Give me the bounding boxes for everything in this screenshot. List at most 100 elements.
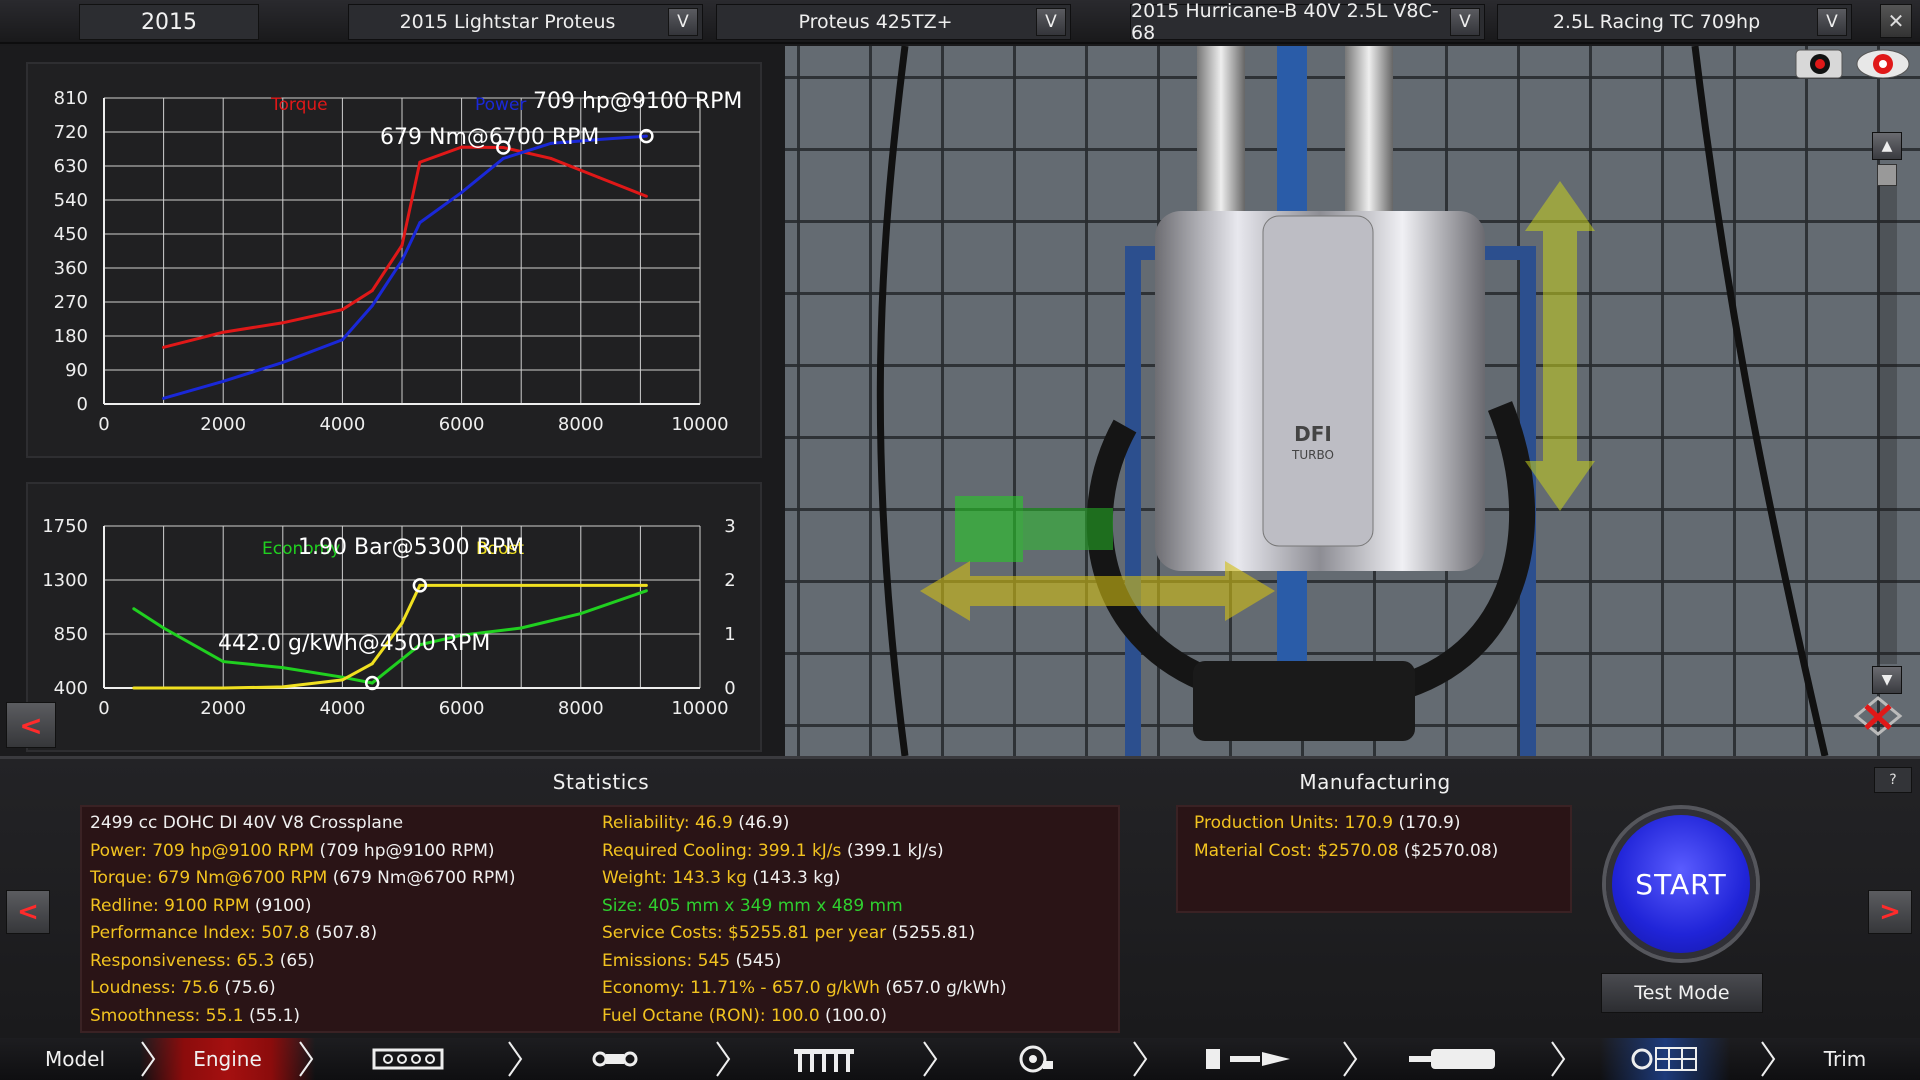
stat-line: Weight: 143.3 kg (143.3 kg)	[602, 868, 840, 888]
stat-value: Performance Index: 507.8	[90, 923, 310, 943]
x-tick-label: 10000	[671, 698, 728, 719]
stat-value: Required Cooling: 399.1 kJ/s	[602, 840, 842, 861]
x-tick-label: 0	[98, 698, 109, 719]
data-point	[418, 221, 422, 225]
stat-value: Reliability: 46.9	[602, 813, 733, 833]
y-tick-label: 1300	[42, 570, 88, 591]
camera-icon[interactable]	[1790, 46, 1850, 86]
nav-tune[interactable]	[1600, 1038, 1730, 1080]
y-tick-label: 360	[54, 258, 88, 279]
data-point	[597, 175, 601, 179]
nav-trim[interactable]: Trim	[1780, 1038, 1910, 1080]
stat-line: Fuel Octane (RON): 100.0 (100.0)	[602, 1006, 887, 1026]
right-arrow-icon: >	[1879, 897, 1901, 927]
year-selector[interactable]: 2015	[79, 4, 259, 40]
nav-separator-icon	[1551, 1041, 1566, 1077]
nav-engine-block[interactable]	[350, 1038, 465, 1080]
eye-icon[interactable]	[1853, 46, 1913, 86]
collapse-charts-button[interactable]: <	[6, 702, 56, 748]
stat-line: Reliability: 46.9 (46.9)	[602, 813, 789, 833]
chevron-down-icon[interactable]: V	[668, 8, 698, 36]
stat-reference: (679 Nm@6700 RPM)	[332, 868, 516, 888]
x-tick-label: 8000	[558, 698, 604, 719]
data-point	[221, 379, 225, 383]
dropdown-glyph: V	[1826, 12, 1838, 32]
engine-3d-view[interactable]: DFI TURBO ▲ ▼	[785, 46, 1920, 756]
peak-annotation: 709 hp@9100 RPM	[533, 89, 742, 114]
engine-variant-label: 2.5L Racing TC 709hp	[1552, 11, 1761, 33]
start-button[interactable]: START	[1606, 809, 1756, 959]
data-point	[644, 194, 648, 198]
next-page-button[interactable]: >	[1868, 890, 1912, 934]
chevron-down-icon[interactable]: V	[1036, 8, 1066, 36]
nav-model[interactable]: Model	[0, 1038, 150, 1080]
gizmo-toggle-icon[interactable]	[1848, 692, 1908, 742]
data-point	[579, 612, 583, 616]
prev-page-button[interactable]: <	[6, 890, 50, 934]
y2-tick-label: 2	[724, 570, 735, 591]
y-tick-label: 450	[54, 224, 88, 245]
chevron-down-icon[interactable]: V	[1450, 8, 1480, 36]
data-point	[549, 156, 553, 160]
gizmo-green-handle[interactable]	[955, 496, 1023, 562]
trim-dropdown-label: Proteus 425TZ+	[798, 11, 953, 33]
data-point	[340, 338, 344, 342]
data-point	[644, 134, 648, 138]
close-button[interactable]: ✕	[1880, 4, 1912, 38]
zoom-scrollbar[interactable]: ▲ ▼	[1872, 86, 1902, 696]
cable-right	[1691, 46, 1829, 756]
nav-engine[interactable]: Engine	[140, 1038, 315, 1080]
stat-line: Emissions: 545 (545)	[602, 951, 781, 971]
stat-reference: (709 hp@9100 RPM)	[319, 840, 495, 861]
left-arrow-icon: <	[17, 897, 39, 927]
scroll-track[interactable]	[1877, 164, 1897, 664]
manufacturing-box: Production Units: 170.9 (170.9) Material …	[1176, 805, 1572, 913]
stat-value: Economy: 11.71% - 657.0 g/kWh	[602, 978, 880, 998]
engine-variant-dropdown[interactable]: 2.5L Racing TC 709hp V	[1497, 4, 1852, 40]
nav-bottom-end[interactable]	[560, 1038, 670, 1080]
year-label: 2015	[141, 9, 197, 35]
help-button[interactable]: ?	[1874, 767, 1912, 793]
stat-value: Emissions: 545	[602, 950, 731, 971]
nav-fuel-system[interactable]	[1185, 1038, 1315, 1080]
dropdown-glyph: V	[677, 12, 689, 32]
trim-dropdown[interactable]: Proteus 425TZ+ V	[716, 4, 1071, 40]
y-tick-label: 630	[54, 156, 88, 177]
chevron-down-icon[interactable]: V	[1817, 8, 1847, 36]
stat-value: Redline: 9100 RPM	[90, 895, 250, 916]
nav-top-end[interactable]	[770, 1038, 880, 1080]
gizmo-green-axis[interactable]	[1023, 508, 1113, 550]
stat-line: Redline: 9100 RPM (9100)	[90, 896, 311, 916]
scroll-down-button[interactable]: ▼	[1872, 666, 1902, 694]
engine-badge-dfi: DFI	[1294, 422, 1332, 446]
model-dropdown-label: 2015 Lightstar Proteus	[399, 11, 616, 33]
data-point	[221, 686, 225, 690]
stat-line: Responsiveness: 65.3 (65)	[90, 951, 315, 971]
data-point	[579, 583, 583, 587]
nav-engine-label: Engine	[193, 1047, 262, 1071]
scroll-thumb[interactable]	[1877, 164, 1897, 186]
x-tick-label: 0	[98, 414, 109, 435]
scroll-up-button[interactable]: ▲	[1872, 132, 1902, 160]
data-point	[162, 396, 166, 400]
x-tick-label: 4000	[319, 698, 365, 719]
exhaust-tube-left	[1197, 46, 1245, 216]
economy-boost-chart-svg: 0 2000 4000 6000 8000 10000 1750 1300 850 400 3 2 1 0…	[42, 516, 736, 719]
manufacturing-reference: ($2570.08)	[1403, 840, 1499, 861]
nav-aspiration[interactable]	[980, 1038, 1090, 1080]
x-tick-label: 4000	[319, 414, 365, 435]
model-dropdown[interactable]: 2015 Lightstar Proteus V	[348, 4, 703, 40]
y-tick-label: 180	[54, 326, 88, 347]
data-point	[400, 258, 404, 262]
stand-rail-left	[1125, 246, 1141, 756]
stat-line: 2499 cc DOHC DI 40V V8 Crossplane	[90, 813, 403, 833]
data-point	[370, 289, 374, 293]
test-mode-button[interactable]: Test Mode	[1601, 973, 1763, 1013]
y-tick-label: 1750	[42, 516, 88, 537]
nav-exhaust[interactable]	[1390, 1038, 1520, 1080]
test-mode-label: Test Mode	[1634, 982, 1730, 1004]
series-line-power	[163, 134, 647, 400]
data-point	[519, 583, 523, 587]
engine-family-dropdown[interactable]: 2015 Hurricane-B 40V 2.5L V8C-68 V	[1130, 0, 1485, 44]
stat-line: Size: 405 mm x 349 mm x 489 mm	[602, 896, 903, 916]
